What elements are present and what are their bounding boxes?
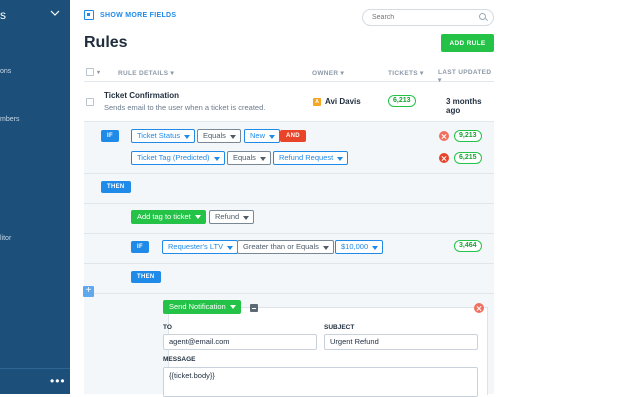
condition2-count-badge: 6,215 bbox=[454, 152, 482, 164]
sidebar-divider bbox=[0, 368, 70, 369]
more-options-icon[interactable]: ••• bbox=[50, 374, 66, 388]
if-label: IF bbox=[101, 130, 119, 142]
divider bbox=[84, 263, 494, 264]
remove-action-icon[interactable] bbox=[474, 303, 484, 313]
sidebar: s ons mbers litor ••• bbox=[0, 0, 70, 394]
and-label[interactable]: AND bbox=[280, 130, 306, 142]
condition-operator-select[interactable]: Equals bbox=[197, 129, 241, 143]
then-label: THEN bbox=[101, 181, 131, 193]
subject-label: SUBJECT bbox=[324, 324, 355, 331]
column-tickets[interactable]: TICKETS ▾ bbox=[388, 69, 424, 77]
send-notification-select[interactable]: Send Notification bbox=[163, 300, 241, 314]
column-owner[interactable]: OWNER ▾ bbox=[312, 69, 344, 77]
sidebar-workspace-label[interactable]: s bbox=[0, 8, 6, 22]
rule-description: Sends email to the user when a ticket is… bbox=[104, 103, 266, 112]
sidebar-item-editor[interactable]: litor bbox=[0, 235, 11, 242]
to-label: TO bbox=[163, 324, 172, 331]
show-more-fields-label: SHOW MORE FIELDS bbox=[100, 11, 177, 19]
main-content: SHOW MORE FIELDS Rules ADD RULE ▾ RULE D… bbox=[70, 0, 618, 397]
rule-name[interactable]: Ticket Confirmation bbox=[104, 91, 179, 100]
divider bbox=[84, 293, 494, 294]
add-step-button[interactable]: + bbox=[83, 286, 94, 297]
condition-field-select[interactable]: Ticket Status bbox=[131, 129, 196, 143]
condition2-field-select[interactable]: Ticket Tag (Predicted) bbox=[131, 151, 225, 165]
condition2-value-select[interactable]: Refund Request bbox=[273, 151, 349, 165]
row-checkbox[interactable] bbox=[86, 98, 94, 106]
select-all-checkbox[interactable] bbox=[86, 68, 94, 76]
nested-condition-field-select[interactable]: Requester's LTV bbox=[162, 240, 239, 254]
action-select[interactable]: Add tag to ticket bbox=[131, 210, 206, 224]
send-notification-card: Send Notification TO agent@email.com SUB… bbox=[163, 300, 488, 397]
rule-detail-panel: IF Ticket Status Equals New AND 9,213 Ti… bbox=[84, 121, 494, 397]
nested-if-label: IF bbox=[131, 241, 149, 253]
sidebar-item-members[interactable]: mbers bbox=[0, 116, 19, 123]
owner-avatar: A bbox=[313, 98, 321, 106]
subject-field[interactable]: Urgent Refund bbox=[324, 334, 478, 350]
message-label: MESSAGE bbox=[163, 356, 196, 363]
column-rule-details[interactable]: RULE DETAILS ▾ bbox=[118, 69, 174, 77]
remove-condition-icon[interactable] bbox=[439, 131, 449, 141]
column-last-updated[interactable]: LAST UPDATED ▾ bbox=[438, 69, 494, 84]
collapse-icon[interactable] bbox=[250, 304, 258, 312]
nested-then-label: THEN bbox=[131, 271, 161, 283]
fields-icon bbox=[84, 10, 94, 20]
condition-value-select[interactable]: New bbox=[244, 129, 281, 143]
remove-condition2-icon[interactable] bbox=[439, 153, 449, 163]
sidebar-item-ons[interactable]: ons bbox=[0, 68, 11, 75]
chevron-down-icon[interactable] bbox=[50, 8, 60, 18]
nested-condition-operator-select[interactable]: Greater than or Equals bbox=[237, 240, 334, 254]
to-field[interactable]: agent@email.com bbox=[163, 334, 317, 350]
nested-condition-count-badge: 3,464 bbox=[454, 240, 482, 252]
table-header: ▾ RULE DETAILS ▾ OWNER ▾ TICKETS ▾ LAST … bbox=[84, 66, 494, 84]
search-input[interactable] bbox=[362, 9, 494, 26]
condition-count-badge: 9,213 bbox=[454, 130, 482, 142]
last-updated: 3 months ago bbox=[446, 97, 482, 115]
show-more-fields-button[interactable]: SHOW MORE FIELDS bbox=[84, 10, 176, 20]
condition2-operator-select[interactable]: Equals bbox=[227, 151, 271, 165]
divider bbox=[84, 203, 494, 204]
message-field[interactable]: {{ticket.body}} bbox=[163, 367, 478, 397]
action-value-select[interactable]: Refund bbox=[209, 210, 255, 224]
page-title: Rules bbox=[84, 34, 128, 51]
tickets-count-badge: 6,213 bbox=[388, 95, 416, 107]
select-caret-icon[interactable]: ▾ bbox=[97, 69, 100, 76]
table-row[interactable]: Ticket Confirmation Sends email to the u… bbox=[84, 84, 494, 120]
search-icon[interactable] bbox=[479, 13, 486, 20]
divider bbox=[84, 233, 494, 234]
divider bbox=[84, 173, 494, 174]
owner-name: Avi Davis bbox=[325, 97, 361, 106]
add-rule-button[interactable]: ADD RULE bbox=[441, 34, 494, 52]
nested-condition-value-select[interactable]: $10,000 bbox=[335, 240, 384, 254]
